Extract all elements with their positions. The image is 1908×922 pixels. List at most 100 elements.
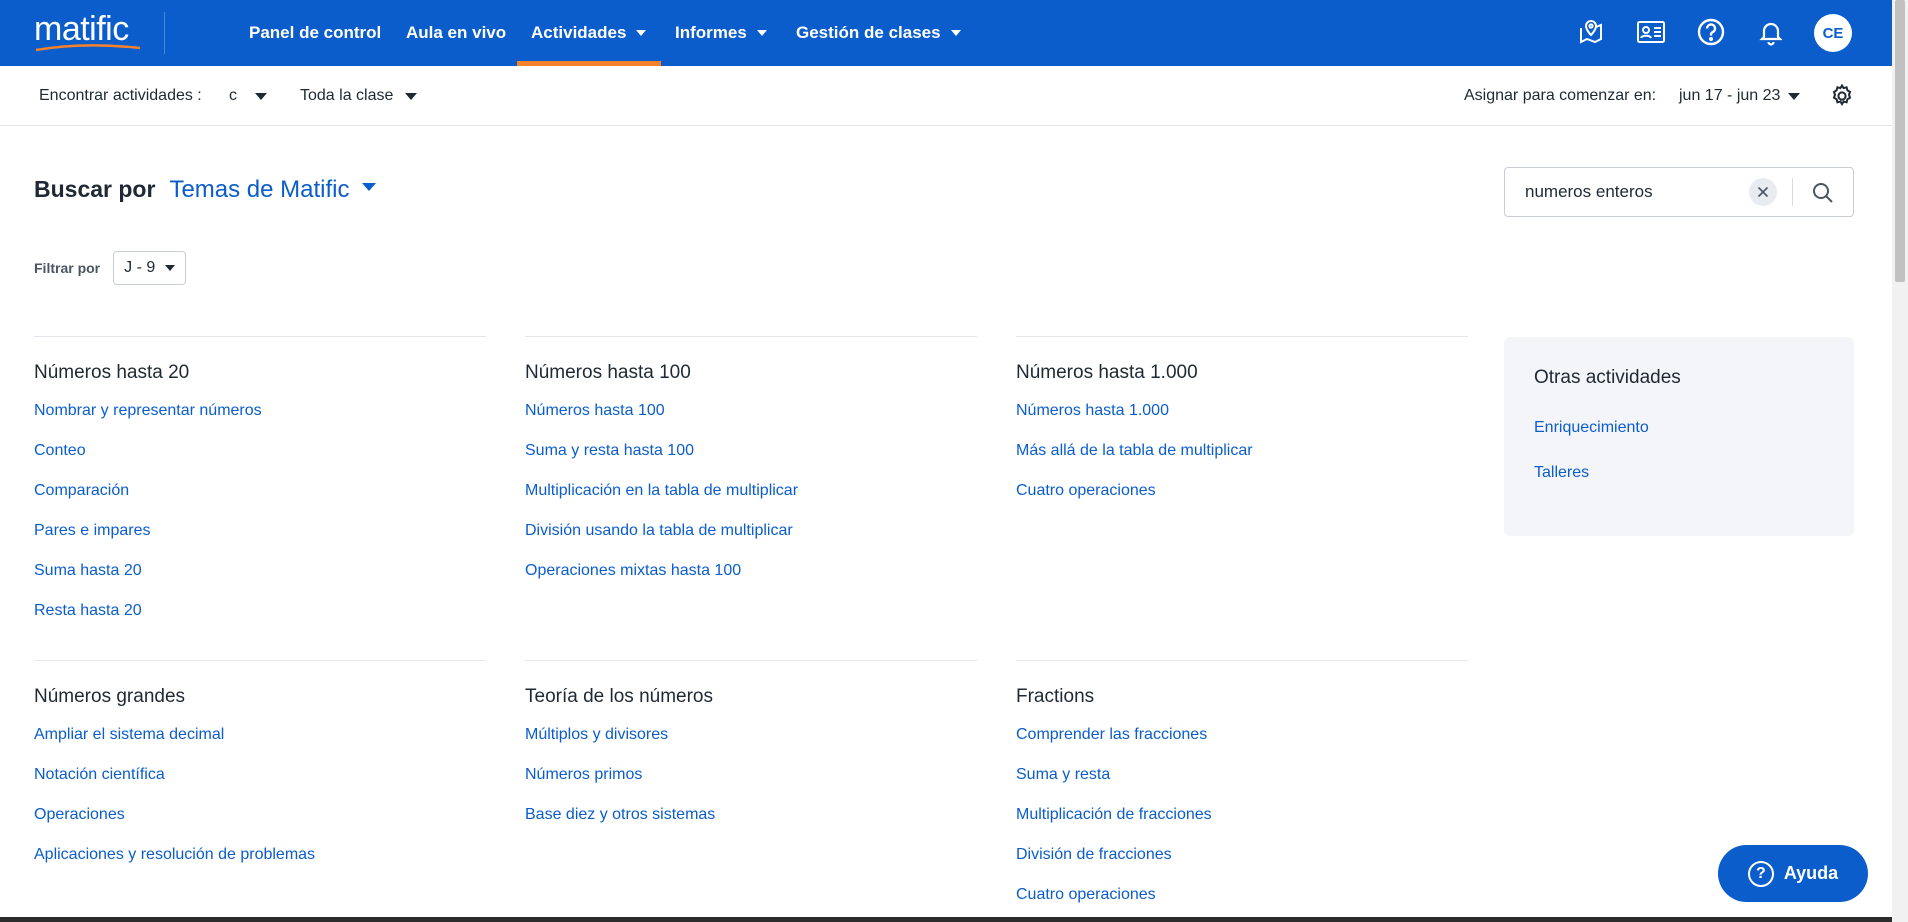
chevron-down-icon [636, 30, 647, 36]
nav-label: Actividades [531, 23, 627, 42]
topic-link[interactable]: Suma y resta hasta 100 [525, 441, 977, 481]
topic-link[interactable]: Ampliar el sistema decimal [34, 725, 486, 765]
chevron-down-icon [165, 265, 176, 271]
topic-link-list: Ampliar el sistema decimal Notación cien… [34, 725, 486, 885]
chevron-down-icon [756, 30, 767, 36]
search-button[interactable] [1807, 177, 1839, 209]
topic-link-list: Números hasta 1.000 Más allá de la tabla… [1016, 401, 1468, 521]
topic-link[interactable]: Cuatro operaciones [1016, 885, 1468, 917]
topic-title: Números hasta 20 [34, 362, 190, 383]
topic-title: Fractions [1016, 686, 1095, 707]
topic-link[interactable]: Más allá de la tabla de multiplicar [1016, 441, 1468, 481]
search-by-label: Buscar por [34, 176, 156, 202]
topic-link[interactable]: Suma hasta 20 [34, 561, 486, 601]
topic-link[interactable]: Operaciones [34, 805, 486, 845]
topic-link[interactable]: División usando la tabla de multiplicar [525, 521, 977, 561]
topic-link[interactable]: Números hasta 1.000 [1016, 401, 1468, 441]
logo-swoosh-icon [35, 44, 141, 52]
filter-label: Filtrar por [34, 260, 101, 276]
clear-search-button[interactable] [1749, 178, 1777, 206]
topic-title: Números hasta 100 [525, 362, 691, 383]
topic-link[interactable]: Multiplicación en la tabla de multiplica… [525, 481, 977, 521]
topic-link[interactable]: Nombrar y representar números [34, 401, 486, 441]
topic-link-list: Comprender las fracciones Suma y resta M… [1016, 725, 1468, 917]
id-card-icon[interactable] [1634, 15, 1668, 49]
topic-link-list: Números hasta 100 Suma y resta hasta 100… [525, 401, 977, 601]
topic-link[interactable]: Resta hasta 20 [34, 601, 486, 641]
search-input[interactable] [1525, 182, 1745, 202]
nav-label: Gestión de clases [796, 23, 941, 42]
other-activities-card: Otras actividades Enriquecimiento Taller… [1504, 337, 1854, 536]
nav-label: Panel de control [249, 23, 382, 42]
nav-label: Aula en vivo [406, 23, 507, 42]
page-scrollbar[interactable] [1892, 0, 1908, 922]
nav-aula-en-vivo[interactable]: Aula en vivo [406, 0, 506, 66]
topic-link[interactable]: Multiplicación de fracciones [1016, 805, 1468, 845]
topic-source-value: Temas de Matific [169, 176, 350, 203]
user-avatar[interactable]: CE [1814, 14, 1852, 52]
chevron-down-icon [361, 183, 376, 191]
other-activity-link[interactable]: Talleres [1534, 464, 1589, 482]
topic-link[interactable]: Números hasta 100 [525, 401, 977, 441]
grade-filter: Filtrar por J - 9 [34, 251, 187, 285]
grade-range-select[interactable]: J - 9 [113, 251, 187, 285]
topic-title: Teoría de los números [525, 686, 713, 707]
topic-link[interactable]: Pares e impares [34, 521, 486, 561]
group-selector[interactable]: Toda la clase [300, 66, 418, 126]
help-button-label: Ayuda [1783, 863, 1839, 883]
topic-link[interactable]: Cuatro operaciones [1016, 481, 1468, 521]
top-navbar: matific Panel de control Aula en vivo Ac… [0, 0, 1892, 66]
nav-gestion-de-clases[interactable]: Gestión de clases [796, 0, 961, 66]
topic-link[interactable]: Base diez y otros sistemas [525, 805, 977, 845]
date-range-value: jun 17 - jun 23 [1679, 87, 1781, 104]
nav-informes[interactable]: Informes [675, 0, 767, 66]
logo-divider [164, 12, 165, 54]
nav-panel-de-control[interactable]: Panel de control [249, 0, 381, 66]
topic-group: Fractions Comprender las fracciones Suma… [1016, 660, 1468, 917]
topic-source-selector[interactable]: Temas de Matific [169, 176, 376, 204]
chevron-down-icon [1788, 92, 1801, 100]
scrollbar-thumb[interactable] [1895, 0, 1905, 282]
search-icon [1813, 183, 1833, 203]
class-selector-value: c [229, 87, 237, 104]
settings-icon[interactable] [1829, 66, 1855, 126]
topic-group: Números hasta 20 Nombrar y representar n… [34, 336, 486, 641]
map-pin-icon[interactable] [1574, 15, 1608, 49]
nav-actividades[interactable]: Actividades [531, 0, 647, 66]
topic-link[interactable]: Múltiplos y divisores [525, 725, 977, 765]
help-circle-icon[interactable] [1694, 15, 1728, 49]
chevron-down-icon [405, 92, 418, 100]
search-by-header: Buscar por Temas de Matific [34, 176, 376, 204]
topic-link[interactable]: Comparación [34, 481, 486, 521]
search-divider [1792, 178, 1793, 206]
other-activity-link[interactable]: Enriquecimiento [1534, 419, 1649, 437]
question-icon: ? [1747, 860, 1774, 887]
topic-link[interactable]: Aplicaciones y resolución de problemas [34, 845, 486, 885]
topic-link[interactable]: División de fracciones [1016, 845, 1468, 885]
topic-link[interactable]: Números primos [525, 765, 977, 805]
topic-link[interactable]: Operaciones mixtas hasta 100 [525, 561, 977, 601]
bell-icon[interactable] [1754, 15, 1788, 49]
topic-group: Números grandes Ampliar el sistema decim… [34, 660, 486, 885]
class-selector[interactable]: c [229, 66, 267, 126]
topic-link-list: Múltiplos y divisores Números primos Bas… [525, 725, 977, 845]
help-button[interactable]: ? Ayuda [1718, 845, 1868, 902]
grade-range-value: J - 9 [124, 259, 156, 276]
assign-start-label: Asignar para comenzar en: [1464, 87, 1657, 104]
close-icon [1757, 186, 1769, 198]
find-activities-label: Encontrar actividades : [39, 87, 202, 104]
chevron-down-icon [950, 30, 961, 36]
topic-link[interactable]: Notación científica [34, 765, 486, 805]
date-range-selector[interactable]: jun 17 - jun 23 [1679, 66, 1801, 126]
taskbar-edge [0, 917, 1892, 922]
topic-link-list: Nombrar y representar números Conteo Com… [34, 401, 486, 641]
chevron-down-icon [255, 92, 267, 100]
activity-filter-bar: Encontrar actividades : c Toda la clase … [0, 66, 1892, 126]
nav-label: Informes [675, 23, 747, 42]
topic-group: Teoría de los números Múltiplos y diviso… [525, 660, 977, 845]
topic-link[interactable]: Suma y resta [1016, 765, 1468, 805]
group-selector-value: Toda la clase [300, 87, 394, 104]
topic-link[interactable]: Conteo [34, 441, 486, 481]
topic-link[interactable]: Comprender las fracciones [1016, 725, 1468, 765]
topic-title: Números hasta 1.000 [1016, 362, 1198, 383]
